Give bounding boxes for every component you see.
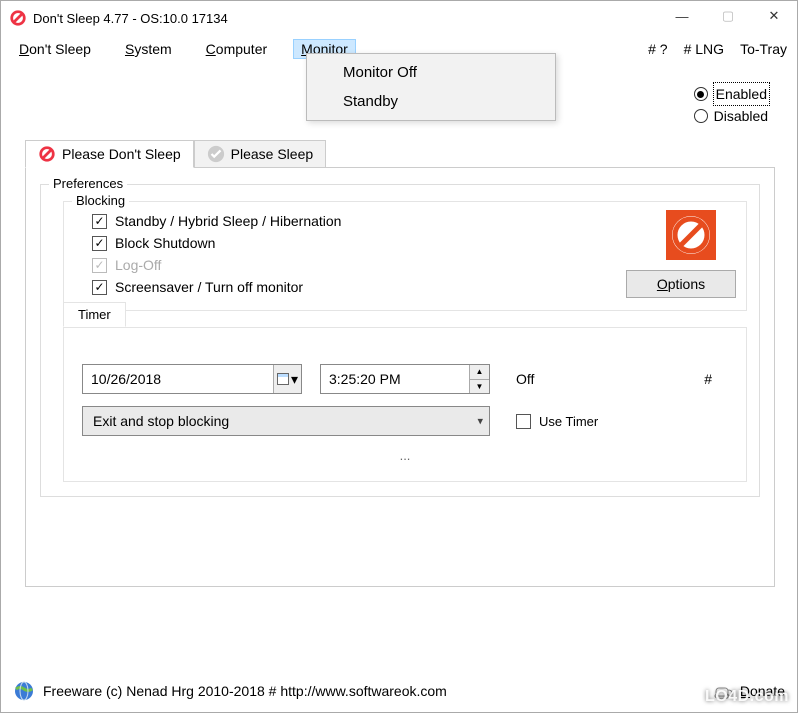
coffee-icon xyxy=(714,682,734,700)
action-combobox[interactable]: Exit and stop blocking ▾ xyxy=(82,406,490,436)
checkbox-block-shutdown[interactable]: ✓ Block Shutdown xyxy=(76,232,734,254)
calendar-icon xyxy=(277,373,289,385)
monitor-menu-standby[interactable]: Standby xyxy=(307,87,555,116)
checkbox-icon: ✓ xyxy=(92,280,107,295)
time-input[interactable]: 3:25:20 PM ▲ ▼ xyxy=(320,364,490,394)
tab-dont-sleep[interactable]: Please Don't Sleep xyxy=(25,140,194,168)
globe-icon xyxy=(13,680,35,702)
blocking-legend: Blocking xyxy=(72,193,129,208)
maximize-button[interactable]: ▢ xyxy=(705,1,751,31)
blocking-fieldset: Blocking ✓ Standby / Hybrid Sleep / Hibe… xyxy=(63,201,747,311)
block-large-icon xyxy=(666,210,716,260)
checkbox-use-timer[interactable]: Use Timer xyxy=(516,414,598,429)
preferences-fieldset: Preferences Blocking ✓ Standby / Hybrid … xyxy=(40,184,760,497)
date-input[interactable]: 10/26/2018 ▾ xyxy=(82,364,302,394)
donate-link[interactable]: Donate xyxy=(740,683,785,699)
window-controls: — ▢ ✕ xyxy=(659,1,797,31)
timer-tab-label[interactable]: Timer xyxy=(63,302,126,327)
monitor-menu-off[interactable]: Monitor Off xyxy=(307,58,555,87)
checkbox-icon xyxy=(516,414,531,429)
menu-dont-sleep[interactable]: Don't Sleep xyxy=(11,39,99,59)
enable-disable-group: Enabled Disabled xyxy=(694,83,769,127)
main-tabs: Please Don't Sleep Please Sleep Preferen… xyxy=(25,139,775,587)
checkbox-icon: ✓ xyxy=(92,214,107,229)
hash-link[interactable]: # xyxy=(704,371,712,387)
window-title: Don't Sleep 4.77 - OS:10.0 17134 xyxy=(33,11,228,26)
date-dropdown-button[interactable]: ▾ xyxy=(273,365,301,393)
checkbox-standby[interactable]: ✓ Standby / Hybrid Sleep / Hibernation xyxy=(76,210,734,232)
chevron-down-icon: ▾ xyxy=(477,415,483,428)
check-circle-icon xyxy=(207,145,225,163)
monitor-dropdown: Monitor Off Standby xyxy=(306,53,556,121)
timer-fieldset: Timer 10/26/2018 ▾ 3:25:20 PM ▲ xyxy=(63,327,747,482)
time-spinner[interactable]: ▲ ▼ xyxy=(469,365,489,393)
menu-hash-help[interactable]: # ? xyxy=(648,41,667,57)
app-icon xyxy=(9,9,27,27)
tab-please-sleep[interactable]: Please Sleep xyxy=(194,140,327,168)
checkbox-icon: ✓ xyxy=(92,236,107,251)
radio-icon xyxy=(694,109,708,123)
menu-computer[interactable]: Computer xyxy=(198,39,275,59)
radio-enabled[interactable]: Enabled xyxy=(694,83,769,105)
minimize-button[interactable]: — xyxy=(659,1,705,31)
footer: Freeware (c) Nenad Hrg 2010-2018 # http:… xyxy=(13,680,785,702)
titlebar: Don't Sleep 4.77 - OS:10.0 17134 — ▢ ✕ xyxy=(1,1,797,35)
menu-system[interactable]: System xyxy=(117,39,180,59)
menu-to-tray[interactable]: To-Tray xyxy=(740,41,787,57)
checkbox-icon: ✓ xyxy=(92,258,107,273)
spin-down-icon[interactable]: ▼ xyxy=(470,380,489,394)
app-window: Don't Sleep 4.77 - OS:10.0 17134 — ▢ ✕ D… xyxy=(0,0,798,713)
radio-disabled[interactable]: Disabled xyxy=(694,105,769,127)
close-button[interactable]: ✕ xyxy=(751,1,797,31)
footer-text[interactable]: Freeware (c) Nenad Hrg 2010-2018 # http:… xyxy=(43,683,447,699)
preferences-legend: Preferences xyxy=(49,176,127,191)
more-ellipsis[interactable]: ... xyxy=(76,448,734,463)
menu-hash-lng[interactable]: # LNG xyxy=(684,41,724,57)
block-icon xyxy=(38,145,56,163)
spin-up-icon[interactable]: ▲ xyxy=(470,365,489,380)
off-label: Off xyxy=(516,371,534,387)
tab-panel: Preferences Blocking ✓ Standby / Hybrid … xyxy=(25,167,775,587)
radio-icon xyxy=(694,87,708,101)
options-button[interactable]: Options xyxy=(626,270,736,298)
